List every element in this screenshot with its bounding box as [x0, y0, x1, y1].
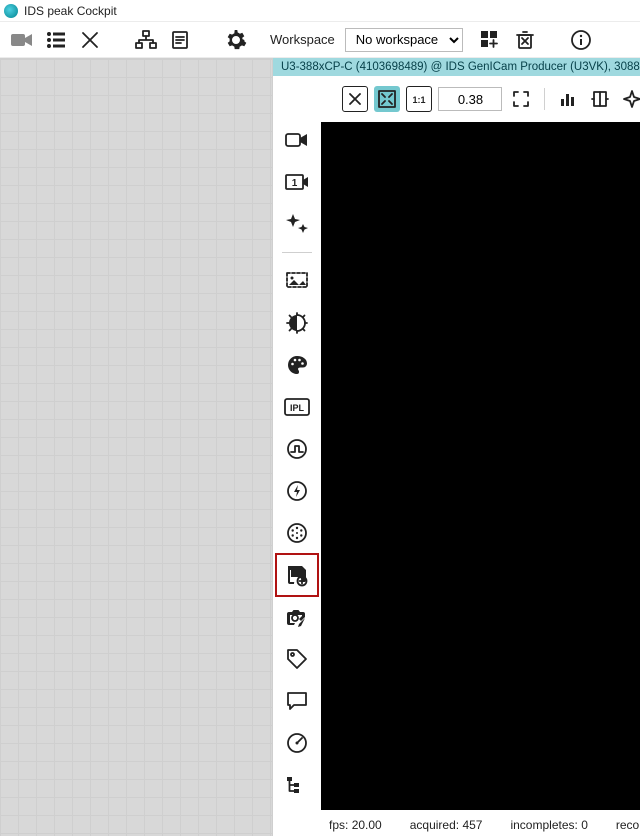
svg-text:1: 1 — [292, 178, 298, 189]
histogram-icon[interactable] — [555, 86, 581, 112]
color-palette-icon[interactable] — [283, 351, 311, 379]
device-list-icon[interactable] — [44, 28, 68, 52]
side-tools: 1 IPL — [273, 120, 321, 812]
divider — [282, 252, 312, 253]
camera-edit-icon[interactable] — [283, 603, 311, 631]
one-to-one-icon[interactable]: 1:1 — [406, 86, 432, 112]
log-icon[interactable] — [168, 28, 192, 52]
workspace-select[interactable]: No workspace — [345, 28, 463, 52]
close-view-icon[interactable] — [342, 86, 368, 112]
auto-features-icon[interactable] — [283, 210, 311, 238]
camera-icon[interactable] — [10, 28, 34, 52]
video-record-icon[interactable] — [283, 126, 311, 154]
status-reconnect: reconnec — [616, 818, 640, 832]
fullscreen-icon[interactable] — [508, 86, 534, 112]
settings-icon[interactable] — [224, 28, 248, 52]
close-icon[interactable] — [78, 28, 102, 52]
speed-icon[interactable] — [283, 729, 311, 757]
camera-params-icon[interactable] — [283, 519, 311, 547]
highlight — [275, 553, 319, 597]
status-fps: fps: 20.00 — [329, 818, 382, 832]
image-view[interactable] — [321, 120, 640, 812]
status-bar: fps: 20.00 acquired: 457 incompletes: 0 … — [273, 812, 640, 836]
profile-icon[interactable] — [587, 86, 613, 112]
status-acquired: acquired: 457 — [410, 818, 483, 832]
single-frame-icon[interactable]: 1 — [283, 168, 311, 196]
flash-icon[interactable] — [283, 477, 311, 505]
camera-panel: U3-388xCP-C (4103698489) @ IDS GenICam P… — [272, 58, 640, 836]
titlebar: IDS peak Cockpit — [0, 0, 640, 22]
live-image — [321, 122, 640, 810]
fit-view-icon[interactable] — [374, 86, 400, 112]
panel-title[interactable]: U3-388xCP-C (4103698489) @ IDS GenICam P… — [273, 58, 640, 76]
zoom-input[interactable] — [438, 87, 502, 111]
image-roi-icon[interactable] — [283, 267, 311, 295]
workspace-grid[interactable] — [0, 58, 272, 836]
crosshair-icon[interactable] — [619, 86, 640, 112]
brightness-icon[interactable] — [283, 309, 311, 337]
info-icon[interactable] — [569, 28, 593, 52]
app-icon — [4, 4, 18, 18]
separator — [544, 88, 545, 110]
workspace-label: Workspace — [270, 32, 335, 47]
view-toolbar: 1:1 — [273, 76, 640, 120]
trigger-icon[interactable] — [283, 435, 311, 463]
tree-view-icon[interactable] — [283, 771, 311, 799]
app-title: IDS peak Cockpit — [24, 4, 117, 18]
save-settings-icon[interactable] — [283, 561, 311, 589]
network-icon[interactable] — [134, 28, 158, 52]
svg-text:1:1: 1:1 — [413, 95, 426, 105]
main-toolbar: Workspace No workspace — [0, 22, 640, 58]
status-incompletes: incompletes: 0 — [510, 818, 587, 832]
comment-icon[interactable] — [283, 687, 311, 715]
svg-text:IPL: IPL — [290, 403, 305, 413]
ipl-icon[interactable]: IPL — [283, 393, 311, 421]
delete-icon[interactable] — [513, 28, 537, 52]
add-panel-icon[interactable] — [479, 28, 503, 52]
tag-icon[interactable] — [283, 645, 311, 673]
